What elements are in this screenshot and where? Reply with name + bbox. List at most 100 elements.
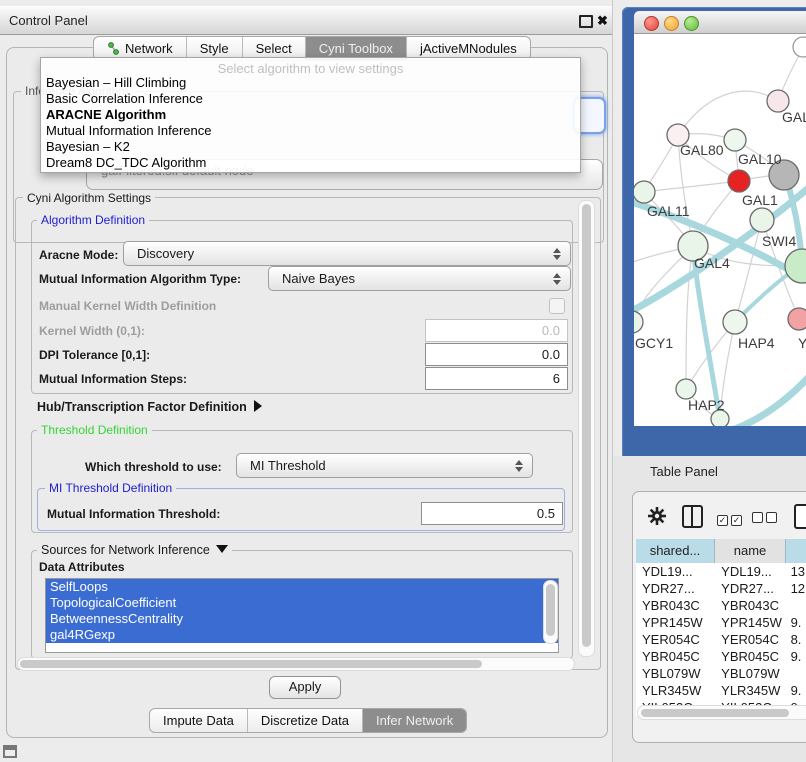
dropdown-item[interactable]: Basic Correlation Inference (46, 91, 203, 107)
network-node[interactable] (788, 308, 806, 330)
list-vertical-scrollbar[interactable] (543, 580, 558, 644)
node-label: GAL1 (742, 192, 778, 208)
dropdown-item[interactable]: Bayesian – K2 (46, 139, 130, 155)
network-node-hap4[interactable] (723, 310, 747, 334)
list-item[interactable]: TopologicalCoefficient (46, 595, 558, 611)
table-row[interactable]: YER054CYER054C8. (636, 631, 806, 648)
table-row[interactable]: YBL079WYBL079W (636, 665, 806, 682)
cell: YER054C (713, 631, 782, 648)
sources-group-title: Sources for Network Inference (41, 543, 210, 557)
float-window-icon[interactable] (579, 15, 593, 28)
mi-steps-label: Mutual Information Steps: (39, 372, 187, 386)
deselect-all-icon[interactable] (752, 510, 780, 528)
columns-icon[interactable] (682, 505, 703, 528)
network-node-gcy1[interactable] (634, 311, 643, 333)
table-row[interactable]: YPR145WYPR145W9. (636, 614, 806, 631)
network-node-gal11[interactable] (634, 181, 655, 203)
tab-select-label: Select (256, 41, 292, 56)
settings-vertical-scrollbar[interactable] (578, 200, 595, 657)
sources-group-toggle[interactable]: Sources for Network Inference (37, 543, 232, 557)
tab-impute-data[interactable]: Impute Data (150, 709, 247, 732)
network-node-hap2[interactable] (676, 379, 696, 399)
mi-threshold-value: 0.5 (537, 506, 555, 521)
cell: 8. (783, 631, 806, 648)
zoom-traffic-light[interactable] (684, 16, 699, 31)
scrollbar-thumb[interactable] (641, 709, 789, 717)
dropdown-item[interactable]: Mutual Information Inference (46, 123, 211, 139)
close-icon[interactable]: ✖ (597, 14, 608, 27)
mi-threshold-input[interactable]: 0.5 (421, 502, 563, 525)
cell: YLR345W (713, 682, 782, 699)
stepper-arrows-icon (552, 272, 561, 286)
aracne-mode-label: Aracne Mode: (39, 248, 118, 262)
node-label: SWI4 (762, 233, 796, 249)
column-header-extra[interactable] (786, 539, 806, 563)
manual-kernel-width-checkbox[interactable] (549, 298, 565, 314)
list-item[interactable]: gal4RGexp (46, 627, 558, 643)
node-label: GAL10 (738, 151, 782, 167)
tab-style-label: Style (200, 41, 229, 56)
dropdown-item[interactable]: Bayesian – Hill Climbing (46, 75, 186, 91)
cell: YDR27... (636, 580, 713, 597)
select-all-icon[interactable]: ✓✓ (717, 510, 745, 528)
list-item[interactable]: SelfLoops (46, 579, 558, 595)
table-row[interactable]: YBR045CYBR045C9. (636, 648, 806, 665)
table-horizontal-scrollbar[interactable] (637, 705, 806, 720)
list-item[interactable]: BetweennessCentrality (46, 611, 558, 627)
mi-algorithm-type-label: Mutual Information Algorithm Type: (39, 272, 241, 286)
scrollbar-thumb[interactable] (20, 660, 482, 668)
scrollbar-thumb[interactable] (582, 204, 591, 647)
table-header-row: shared... name (636, 539, 806, 563)
tab-infer-network-label: Infer Network (376, 713, 453, 728)
new-table-icon[interactable] (794, 504, 806, 529)
table-row[interactable]: YDR27...YDR27...12 (636, 580, 806, 597)
aracne-mode-combobox[interactable]: Discovery (123, 241, 571, 266)
tab-discretize-data[interactable]: Discretize Data (247, 709, 362, 732)
scrollbar-thumb[interactable] (546, 584, 555, 636)
cell: YPR145W (636, 614, 713, 631)
table-row[interactable]: YLR345WYLR345W9. (636, 682, 806, 699)
network-node[interactable] (793, 37, 806, 57)
data-attributes-label: Data Attributes (39, 560, 125, 574)
dpi-tolerance-input[interactable]: 0.0 (425, 343, 568, 366)
network-node[interactable] (785, 249, 806, 283)
checked-box-icon: ✓ (717, 515, 728, 526)
dock-window-icon[interactable] (3, 745, 17, 758)
data-attributes-list[interactable]: SelfLoops TopologicalCoefficient Between… (45, 578, 559, 653)
gear-icon[interactable] (648, 507, 666, 525)
network-node-gal10[interactable] (724, 129, 746, 151)
checked-box-icon: ✓ (731, 515, 742, 526)
settings-horizontal-scrollbar[interactable] (17, 657, 575, 671)
cell (783, 597, 806, 614)
network-node-swi4[interactable] (750, 208, 774, 232)
column-header-name[interactable]: name (715, 539, 786, 563)
dropdown-item[interactable]: Dream8 DC_TDC Algorithm (46, 155, 206, 171)
expand-right-icon (254, 400, 262, 412)
cell: YBR045C (713, 648, 782, 665)
kernel-width-label: Kernel Width (0,1): (39, 324, 145, 338)
which-threshold-combobox[interactable]: MI Threshold (236, 453, 533, 478)
hub-section-toggle[interactable]: Hub/Transcription Factor Definition (37, 400, 262, 414)
close-traffic-light[interactable] (644, 16, 659, 31)
cell: 12 (783, 580, 806, 597)
mi-steps-input[interactable]: 6 (425, 367, 568, 390)
cell: YBR045C (636, 648, 713, 665)
minimize-traffic-light[interactable] (664, 16, 679, 31)
cell: YBR043C (636, 597, 713, 614)
table-row[interactable]: YDL19...YDL19...13 (636, 563, 806, 580)
kernel-width-input[interactable]: 0.0 (425, 319, 568, 342)
table-row[interactable]: YBR043CYBR043C (636, 597, 806, 614)
tab-infer-network[interactable]: Infer Network (362, 709, 466, 732)
column-header-shared[interactable]: shared... (636, 539, 715, 563)
dropdown-item[interactable]: ARACNE Algorithm (46, 107, 166, 123)
stepper-arrows-icon (514, 459, 523, 473)
network-window-titlebar (634, 11, 806, 34)
tab-jactivemnodules-label: jActiveMNodules (420, 41, 517, 56)
apply-button[interactable]: Apply (269, 676, 341, 699)
mi-algorithm-type-combobox[interactable]: Naive Bayes (268, 266, 571, 291)
node-label: GAL (782, 109, 806, 125)
cell: YER054C (636, 631, 713, 648)
cell: YDL19... (713, 563, 782, 580)
network-node-gal1[interactable] (728, 170, 750, 192)
network-canvas[interactable]: GAL GAL80 GAL10 GAL1 GAL11 SWI4 GAL4 GCY… (634, 34, 806, 426)
